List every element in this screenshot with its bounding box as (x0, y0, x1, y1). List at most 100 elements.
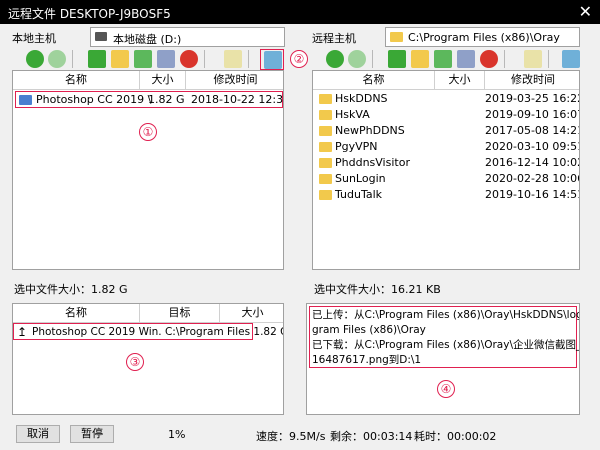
local-list-header: 名称 大小 修改时间 (13, 71, 283, 90)
upload-arrow-icon: ↥ (17, 325, 28, 339)
queue-row[interactable]: ↥ Photoshop CC 2019 Win. C:\Program File… (13, 323, 283, 340)
file-name: PgyVPN (335, 140, 378, 153)
time-elapsed: 耗时：00:00:02 (414, 430, 497, 443)
log-line: gram Files (x86)\Oray (312, 324, 426, 336)
file-icon (19, 95, 32, 105)
forward-icon[interactable] (348, 50, 366, 68)
table-row[interactable]: PgyVPN 2020-03-10 09:51:59 (313, 139, 579, 155)
folder-icon (319, 110, 332, 120)
col-size[interactable]: 大小 (435, 71, 485, 89)
table-row[interactable]: NewPhDDNS 2017-05-08 14:21:37 (313, 123, 579, 139)
folder-icon (319, 190, 332, 200)
log-text: 已上传：从C:\Program Files (x86)\Oray\HskDDNS… (312, 308, 579, 368)
table-row[interactable]: HskDDNS 2019-03-25 16:22:21 (313, 91, 579, 107)
new-folder-icon[interactable] (434, 50, 452, 68)
transfer-queue[interactable]: 名称 目标 大小 ↥ Photoshop CC 2019 Win. C:\Pro… (12, 303, 284, 415)
remote-host-label: 远程主机 (312, 32, 356, 45)
table-row[interactable]: Photoshop CC 2019 \ 1.82 G 2018-10-22 12… (15, 91, 283, 108)
drive-icon (95, 32, 107, 41)
col-size[interactable]: 大小 (140, 71, 186, 89)
queue-item-text: Photoshop CC 2019 Win. C:\Program Files … (32, 326, 284, 338)
rename-icon[interactable] (224, 50, 242, 68)
file-modified: 2016-12-14 10:02:51 (485, 156, 579, 169)
close-icon[interactable]: ✕ (579, 2, 592, 21)
col-queue-target[interactable]: 目标 (140, 304, 220, 322)
back-icon[interactable] (326, 50, 344, 68)
toolbar-divider (204, 50, 205, 68)
progress-percent: 1% (168, 428, 186, 441)
remote-path-field[interactable]: C:\Program Files (x86)\Oray (385, 27, 580, 47)
col-name[interactable]: 名称 (13, 71, 140, 89)
disk-icon[interactable] (157, 50, 175, 68)
back-icon[interactable] (26, 50, 44, 68)
up-folder-icon[interactable] (111, 50, 129, 68)
file-modified: 2020-03-10 09:51:59 (485, 140, 579, 153)
toolbar-divider (72, 50, 73, 68)
callout-4: ④ (437, 380, 455, 398)
remote-path-text: C:\Program Files (x86)\Oray (408, 31, 560, 44)
folder-icon (319, 158, 332, 168)
local-selected-size: 选中文件大小：1.82 G (14, 283, 128, 296)
table-row[interactable]: SunLogin 2020-02-28 10:06:26 (313, 171, 579, 187)
delete-icon[interactable] (180, 50, 198, 68)
remote-list-header: 名称 大小 修改时间 (313, 71, 579, 90)
title-bar: 远程文件 DESKTOP-J9BOSF5 ✕ (0, 0, 600, 24)
table-row[interactable]: TuduTalk 2019-10-16 14:51:36 (313, 187, 579, 203)
file-name: HskVA (335, 108, 370, 121)
cancel-button[interactable]: 取消 (16, 425, 60, 443)
file-modified: 2019-03-25 16:22:21 (485, 92, 579, 105)
transfer-speed: 速度：9.5M/s (256, 430, 326, 443)
file-name: NewPhDDNS (335, 124, 405, 137)
forward-icon[interactable] (48, 50, 66, 68)
disk-icon[interactable] (457, 50, 475, 68)
file-size: 1.82 G (148, 93, 185, 106)
delete-icon[interactable] (480, 50, 498, 68)
file-modified: 2019-09-10 16:07:17 (485, 108, 579, 121)
toolbar-divider (504, 50, 505, 68)
rename-icon[interactable] (524, 50, 542, 68)
transfer-log: 已上传：从C:\Program Files (x86)\Oray\HskDDNS… (306, 303, 580, 415)
time-remaining: 剩余：00:03:14 (330, 430, 413, 443)
col-queue-name[interactable]: 名称 (13, 304, 140, 322)
table-row[interactable]: PhddnsVisitor 2016-12-14 10:02:51 (313, 155, 579, 171)
remote-selected-size: 选中文件大小：16.21 KB (314, 283, 441, 296)
folder-icon (319, 94, 332, 104)
table-row[interactable]: HskVA 2019-09-10 16:07:17 (313, 107, 579, 123)
file-modified: 2018-10-22 12:34:50 (191, 93, 284, 106)
remote-file-list[interactable]: 名称 大小 修改时间 HskDDNS2019-03-25 16:22:21Hsk… (312, 70, 580, 270)
local-path-text: 本地磁盘 (D:) (113, 33, 182, 46)
callout-3: ③ (126, 353, 144, 371)
folder-icon (390, 32, 403, 42)
callout-2: ② (290, 50, 308, 68)
col-name[interactable]: 名称 (313, 71, 435, 89)
upload-button[interactable] (260, 49, 284, 70)
log-line: 16487617.png到D:\1 (312, 354, 422, 366)
col-modified[interactable]: 修改时间 (485, 71, 579, 89)
folder-icon (319, 142, 332, 152)
folder-icon (319, 126, 332, 136)
folder-icon (319, 174, 332, 184)
toolbar-divider (372, 50, 373, 68)
download-icon[interactable] (562, 50, 580, 68)
file-name: TuduTalk (335, 188, 383, 201)
local-host-label: 本地主机 (12, 32, 56, 45)
file-name: SunLogin (335, 172, 386, 185)
file-modified: 2019-10-16 14:51:36 (485, 188, 579, 201)
file-modified: 2017-05-08 14:21:37 (485, 124, 579, 137)
file-name: HskDDNS (335, 92, 388, 105)
file-name: Photoshop CC 2019 \ (36, 93, 152, 106)
queue-header: 名称 目标 大小 (13, 304, 283, 323)
file-modified: 2020-02-28 10:06:26 (485, 172, 579, 185)
window-title: 远程文件 DESKTOP-J9BOSF5 (8, 7, 171, 21)
new-folder-icon[interactable] (134, 50, 152, 68)
file-name: PhddnsVisitor (335, 156, 410, 169)
pause-button[interactable]: 暂停 (70, 425, 114, 443)
col-modified[interactable]: 修改时间 (186, 71, 283, 89)
local-file-list[interactable]: 名称 大小 修改时间 Photoshop CC 2019 \ 1.82 G 20… (12, 70, 284, 270)
local-path-field[interactable]: 本地磁盘 (D:) (90, 27, 285, 47)
log-highlight: 已上传：从C:\Program Files (x86)\Oray\HskDDNS… (309, 306, 579, 368)
refresh-icon[interactable] (388, 50, 406, 68)
col-queue-size[interactable]: 大小 (220, 304, 283, 322)
refresh-icon[interactable] (88, 50, 106, 68)
up-folder-icon[interactable] (411, 50, 429, 68)
